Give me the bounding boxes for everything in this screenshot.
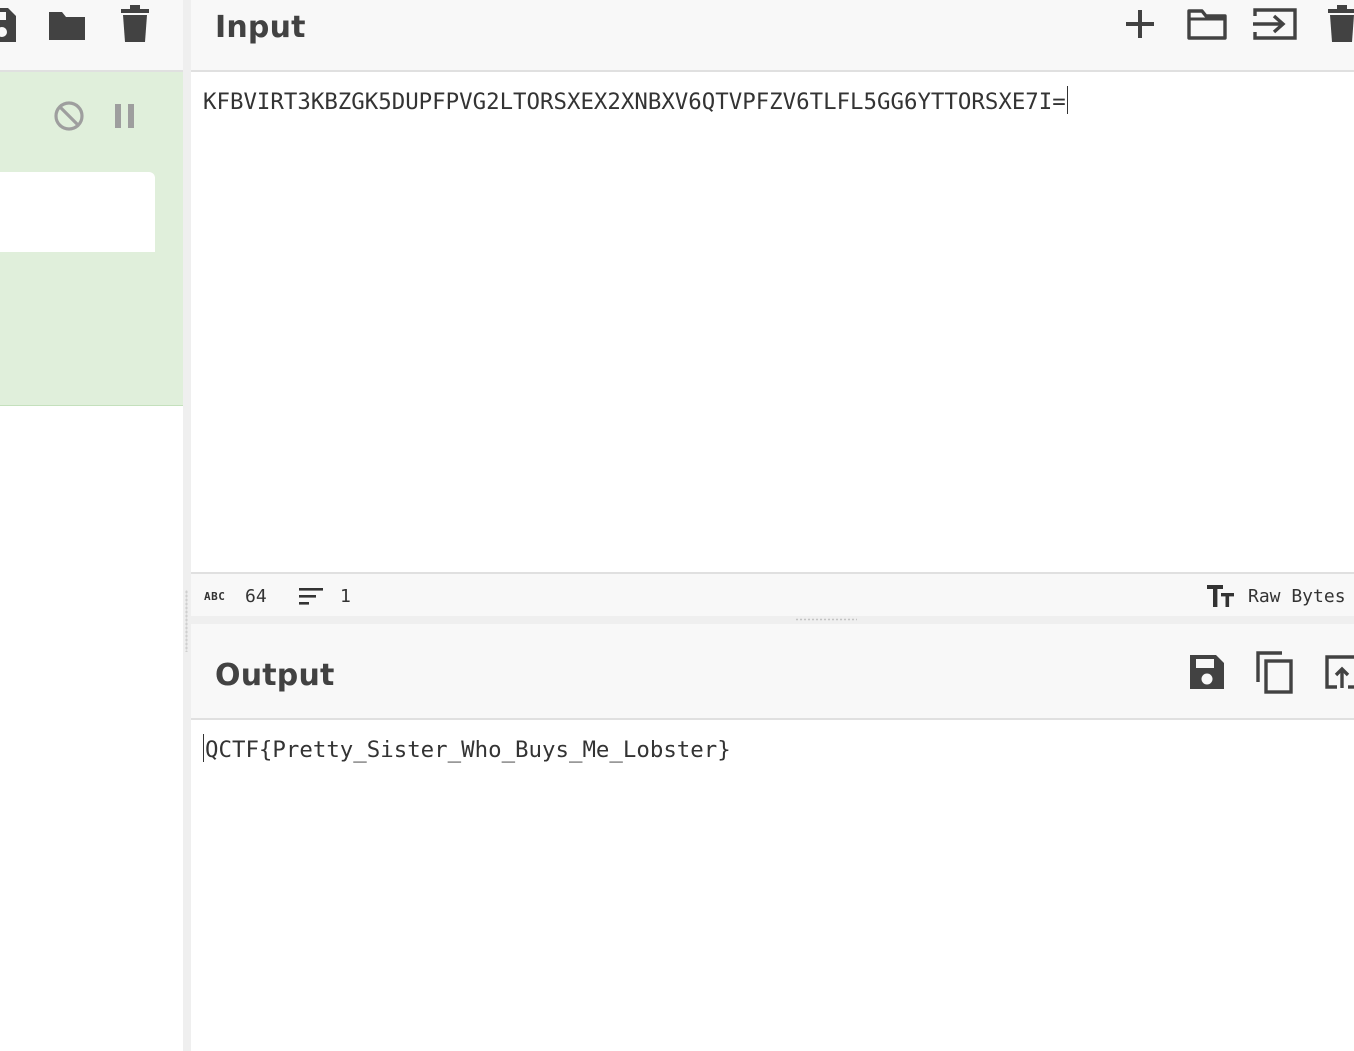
open-file-import-icon[interactable] bbox=[1252, 6, 1298, 42]
lines-icon bbox=[299, 586, 325, 608]
input-lines-value: 1 bbox=[340, 586, 351, 607]
add-input-tab-plus-icon[interactable] bbox=[1124, 8, 1156, 40]
clear-input-trash-icon[interactable] bbox=[1328, 5, 1354, 43]
horizontal-resize-handle[interactable] bbox=[795, 618, 857, 621]
output-title: Output bbox=[215, 658, 335, 693]
replace-input-icon[interactable] bbox=[1324, 654, 1354, 690]
clear-recipe-trash-icon[interactable] bbox=[121, 5, 149, 43]
load-recipe-folder-icon[interactable] bbox=[47, 8, 87, 42]
save-recipe-icon[interactable] bbox=[0, 6, 18, 44]
vertical-pane-divider[interactable] bbox=[183, 0, 191, 1051]
length-icon: ABC bbox=[204, 590, 226, 603]
input-header: Input bbox=[191, 0, 1354, 72]
recipe-toolbar bbox=[0, 0, 183, 72]
encoding-label[interactable]: Raw Bytes bbox=[1248, 586, 1346, 607]
output-header: Output bbox=[191, 624, 1354, 720]
input-textarea[interactable]: KFBVIRT3KBZGK5DUPFPVG2LTORSXEX2XNBXV6QTV… bbox=[191, 72, 1354, 572]
output-text-line: QCTF{Pretty_Sister_Who_Buys_Me_Lobster} bbox=[203, 734, 731, 763]
input-length-value: 64 bbox=[245, 586, 267, 607]
horizontal-pane-divider[interactable] bbox=[191, 616, 1354, 624]
input-text-line: KFBVIRT3KBZGK5DUPFPVG2LTORSXEX2XNBXV6QTV… bbox=[203, 86, 1068, 115]
text-format-icon[interactable] bbox=[1207, 585, 1235, 607]
save-output-icon[interactable] bbox=[1188, 653, 1226, 691]
output-text-content: QCTF{Pretty_Sister_Who_Buys_Me_Lobster} bbox=[205, 737, 731, 763]
input-text-content: KFBVIRT3KBZGK5DUPFPVG2LTORSXEX2XNBXV6QTV… bbox=[203, 89, 1066, 115]
operation-argument-field[interactable] bbox=[0, 172, 155, 252]
disable-operation-icon[interactable] bbox=[53, 100, 85, 132]
input-title: Input bbox=[215, 10, 306, 45]
copy-output-icon[interactable] bbox=[1254, 650, 1294, 694]
input-status-bar: ABC 64 1 Raw Bytes bbox=[191, 572, 1354, 618]
open-folder-icon[interactable] bbox=[1186, 7, 1228, 41]
text-caret bbox=[1066, 86, 1068, 114]
vertical-resize-handle[interactable] bbox=[185, 590, 188, 652]
text-caret bbox=[203, 734, 204, 762]
output-textarea[interactable]: QCTF{Pretty_Sister_Who_Buys_Me_Lobster} bbox=[191, 720, 1354, 1051]
pause-icon[interactable] bbox=[115, 104, 135, 128]
